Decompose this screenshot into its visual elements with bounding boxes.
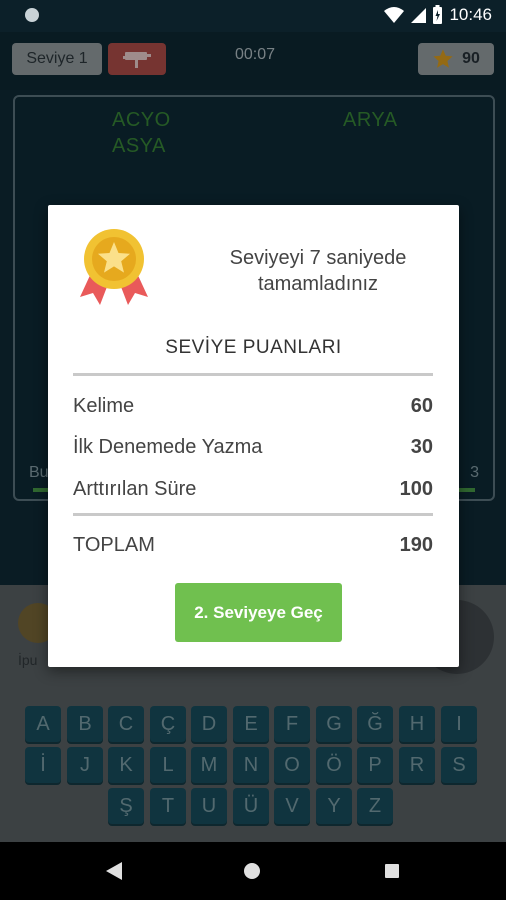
wifi-icon [384,7,405,23]
home-icon[interactable] [244,863,260,879]
completion-message-line1: Seviyeyi 7 saniyede [229,247,407,269]
system-nav-bar [0,842,506,900]
score-row: Kelime 60 [73,395,433,418]
divider [73,513,433,516]
score-row: Arttırılan Süre 100 [73,478,433,501]
score-row-label: İlk Denemede Yazma [73,436,263,458]
battery-icon [433,5,443,24]
divider [73,373,433,376]
next-level-button[interactable]: 2. Seviyeye Geç [175,583,342,642]
completion-message: Seviyeyi 7 saniyede tamamladınız [198,245,438,297]
back-icon[interactable] [106,862,122,880]
completion-message-line2: tamamladınız [257,273,379,295]
total-label: TOPLAM [73,534,155,556]
total-row: TOPLAM 190 [73,534,433,557]
section-title: SEVİYE PUANLARI [165,337,342,358]
total-value: 190 [399,534,433,556]
signal-icon [411,8,427,23]
clock: 10:46 [449,5,492,24]
score-row-value: 60 [410,395,433,417]
status-icons: 10:46 [384,5,492,25]
score-row-value: 30 [410,436,433,458]
recents-icon[interactable] [385,864,399,878]
score-row-label: Arttırılan Süre [73,478,197,500]
score-row-label: Kelime [73,395,135,417]
status-bar: 10:46 [0,0,506,32]
level-complete-dialog: Seviyeyi 7 saniyede tamamladınız SEVİYE … [48,205,459,667]
medal-icon [80,229,148,305]
score-row: İlk Denemede Yazma 30 [73,436,433,459]
score-row-value: 100 [399,478,433,500]
notification-dot-icon [25,8,39,22]
